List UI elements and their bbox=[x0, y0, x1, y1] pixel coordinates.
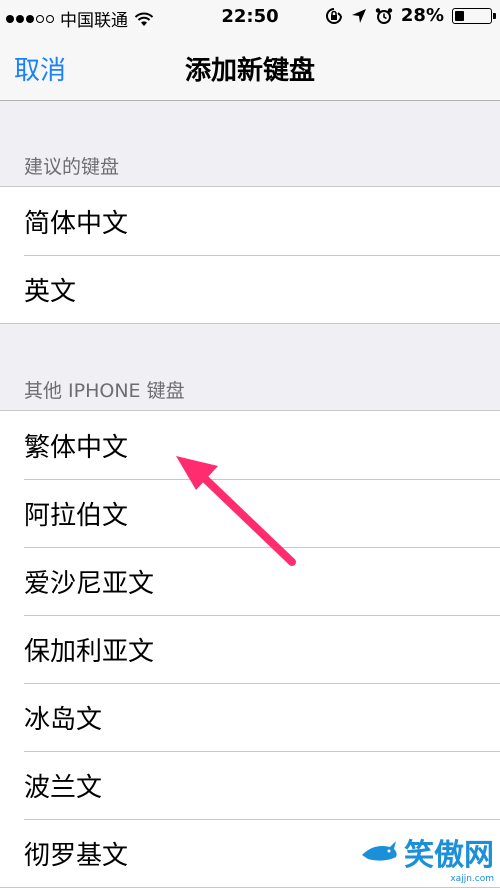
keyboard-item-bulgarian[interactable]: 保加利亚文 bbox=[0, 615, 500, 683]
battery-level-fill bbox=[455, 10, 465, 21]
keyboard-item-simplified-chinese[interactable]: 简体中文 bbox=[0, 187, 500, 255]
keyboard-item-arabic[interactable]: 阿拉伯文 bbox=[0, 479, 500, 547]
battery-icon bbox=[452, 7, 496, 24]
page-title: 添加新键盘 bbox=[184, 56, 315, 86]
orientation-lock-icon bbox=[325, 7, 342, 24]
section-header-other-iphone: 其他 IPHONE 键盘 bbox=[24, 380, 185, 402]
battery-percent: 28% bbox=[400, 5, 444, 26]
watermark-text: 笑傲网 bbox=[404, 838, 494, 873]
watermark: 笑傲网 xajjn.com bbox=[360, 830, 494, 884]
keyboard-item-estonian[interactable]: 爱沙尼亚文 bbox=[0, 547, 500, 615]
keyboard-item-english[interactable]: 英文 bbox=[0, 255, 500, 323]
watermark-url: xajjn.com bbox=[450, 874, 494, 884]
keyboard-item-traditional-chinese[interactable]: 繁体中文 bbox=[0, 411, 500, 479]
keyboard-item-icelandic[interactable]: 冰岛文 bbox=[0, 683, 500, 751]
other-keyboards-list: 繁体中文 阿拉伯文 爱沙尼亚文 保加利亚文 冰岛文 波兰文 彻罗基文 bbox=[0, 410, 500, 888]
status-bar: 中国联通 22:50 28% bbox=[0, 0, 500, 34]
status-right: 28% bbox=[325, 5, 496, 26]
location-arrow-icon bbox=[351, 8, 366, 23]
section-header-suggested: 建议的键盘 bbox=[24, 156, 120, 178]
navigation-bar: 取消 添加新键盘 bbox=[0, 34, 500, 101]
alarm-clock-icon bbox=[375, 7, 393, 24]
keyboard-item-polish[interactable]: 波兰文 bbox=[0, 751, 500, 819]
suggested-keyboards-list: 简体中文 英文 bbox=[0, 186, 500, 324]
shark-logo-icon bbox=[362, 841, 397, 861]
